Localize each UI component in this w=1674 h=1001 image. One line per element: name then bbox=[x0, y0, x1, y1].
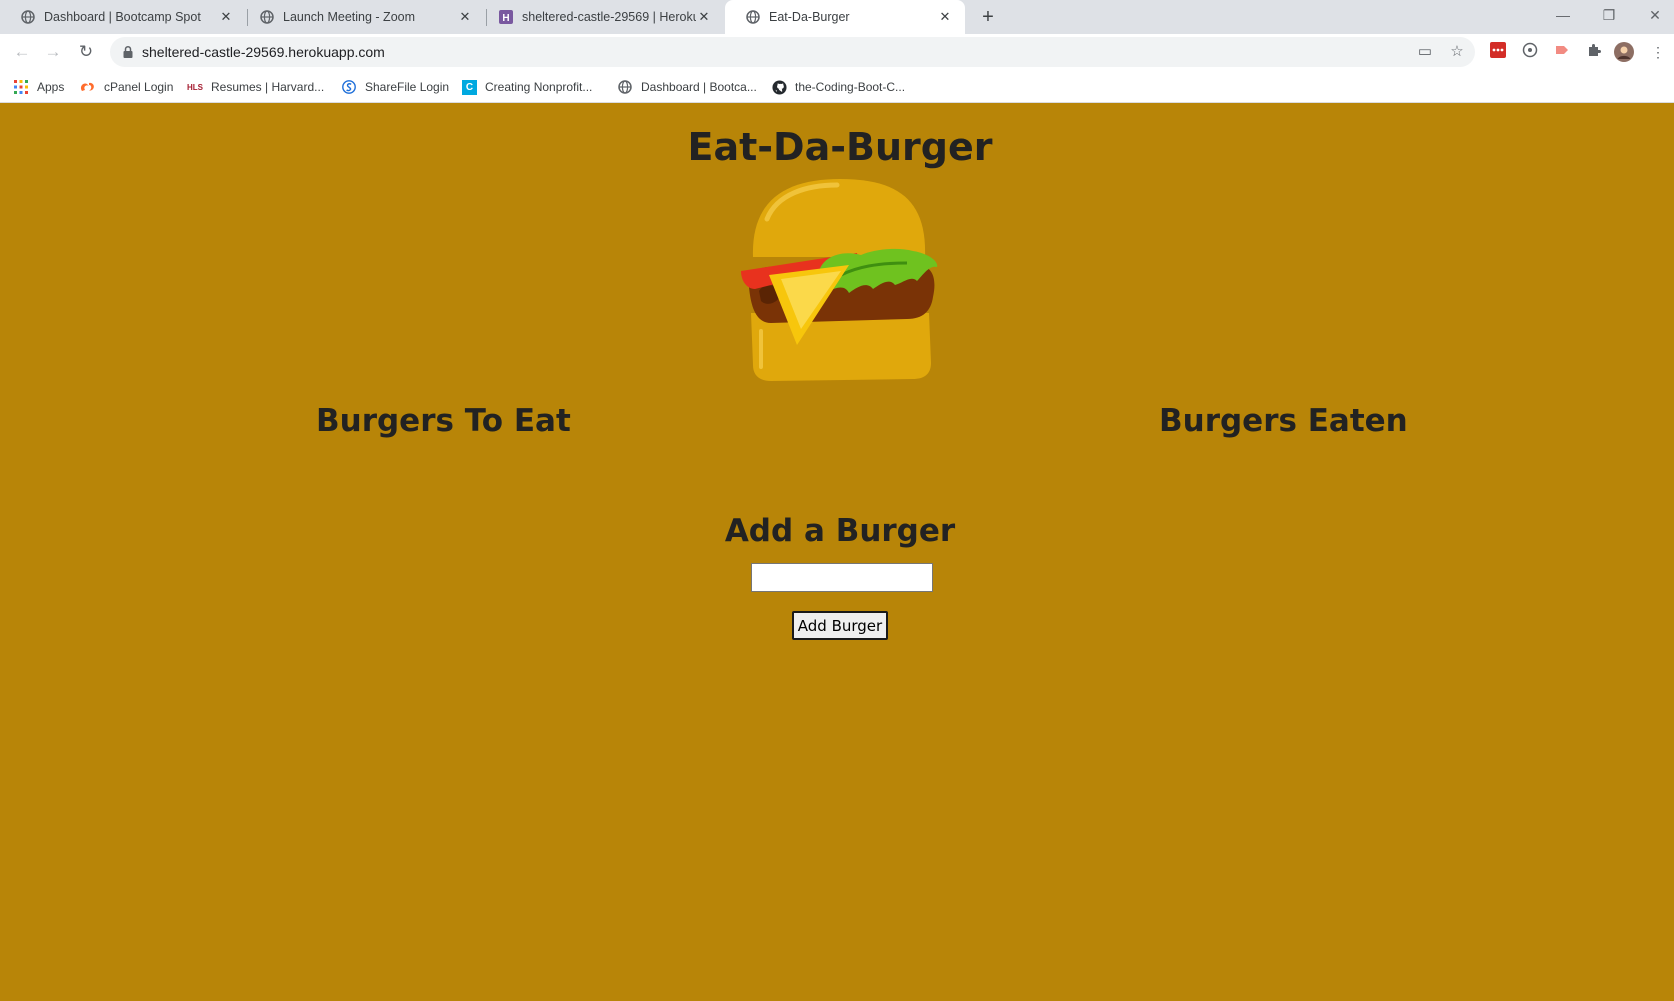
tab-title: Eat-Da-Burger bbox=[769, 10, 850, 24]
tab-title: Launch Meeting - Zoom bbox=[283, 10, 416, 24]
tab-bootcamp-dashboard[interactable]: Dashboard | Bootcamp Spot ✕ bbox=[0, 0, 246, 34]
star-icon[interactable]: ☆ bbox=[1447, 42, 1467, 62]
globe-icon bbox=[259, 9, 275, 25]
puzzle-icon[interactable] bbox=[1584, 42, 1604, 62]
tab-heroku[interactable]: H sheltered-castle-29569 | Heroku ✕ bbox=[478, 0, 724, 34]
close-icon[interactable]: ✕ bbox=[218, 9, 234, 25]
url-text: sheltered-castle-29569.herokuapp.com bbox=[142, 44, 385, 60]
bookmark-label: cPanel Login bbox=[104, 80, 174, 94]
tab-zoom-meeting[interactable]: Launch Meeting - Zoom ✕ bbox=[239, 0, 485, 34]
address-bar[interactable]: sheltered-castle-29569.herokuapp.com ▭ ☆ bbox=[110, 37, 1475, 67]
close-icon[interactable]: ✕ bbox=[696, 9, 712, 25]
tab-strip: Dashboard | Bootcamp Spot ✕ Launch Meeti… bbox=[0, 0, 1674, 34]
bookmark-github-coding-boot-camp[interactable]: the-Coding-Boot-C... bbox=[771, 77, 905, 97]
back-icon[interactable]: ← bbox=[10, 40, 34, 64]
bookmark-sharefile[interactable]: ShareFile Login bbox=[341, 77, 449, 97]
tab-eat-da-burger[interactable]: Eat-Da-Burger ✕ bbox=[725, 0, 965, 34]
screencast-icon[interactable] bbox=[1552, 42, 1572, 62]
window-close-icon[interactable]: ✕ bbox=[1632, 0, 1674, 30]
bookmark-label: the-Coding-Boot-C... bbox=[795, 80, 906, 94]
new-tab-button[interactable]: + bbox=[977, 6, 999, 28]
tab-title: Dashboard | Bootcamp Spot bbox=[44, 10, 201, 24]
profile-avatar-icon[interactable] bbox=[1614, 42, 1634, 62]
lock-icon bbox=[121, 45, 135, 59]
menu-dots-icon[interactable]: ⋮ bbox=[1648, 42, 1668, 62]
globe-icon bbox=[745, 9, 761, 25]
cpanel-icon bbox=[80, 79, 96, 95]
bookmark-label: Creating Nonprofit... bbox=[485, 80, 593, 94]
heroku-icon: H bbox=[498, 9, 514, 25]
cast-icon[interactable]: ▭ bbox=[1415, 42, 1435, 62]
close-icon[interactable]: ✕ bbox=[937, 9, 953, 25]
hls-icon: HLS bbox=[187, 82, 203, 92]
globe-icon bbox=[20, 9, 36, 25]
browser-toolbar: ← → ↻ sheltered-castle-29569.herokuapp.c… bbox=[0, 34, 1674, 70]
burgers-to-eat-heading: Burgers To Eat bbox=[316, 403, 571, 439]
add-burger-heading: Add a Burger bbox=[724, 513, 956, 549]
forward-icon[interactable]: → bbox=[41, 40, 65, 64]
extension-circle-icon[interactable] bbox=[1520, 42, 1540, 62]
lastpass-icon[interactable] bbox=[1488, 42, 1508, 62]
svg-text:H: H bbox=[502, 13, 509, 24]
bookmark-apps[interactable]: Apps bbox=[13, 77, 64, 97]
bookmark-label: Apps bbox=[37, 80, 65, 94]
globe-icon bbox=[617, 79, 633, 95]
close-icon[interactable]: ✕ bbox=[457, 9, 473, 25]
restore-icon[interactable]: ❐ bbox=[1586, 0, 1632, 30]
burgers-eaten-heading: Burgers Eaten bbox=[1159, 403, 1408, 439]
github-icon bbox=[771, 79, 787, 95]
bookmark-label: Resumes | Harvard... bbox=[211, 80, 325, 94]
apps-grid-icon bbox=[13, 79, 29, 95]
bookmark-cpanel[interactable]: cPanel Login bbox=[80, 77, 173, 97]
reload-icon[interactable]: ↻ bbox=[74, 40, 98, 64]
bookmark-bootcamp-dashboard[interactable]: Dashboard | Bootca... bbox=[617, 77, 757, 97]
minimize-icon[interactable]: — bbox=[1540, 0, 1586, 30]
page-title: Eat-Da-Burger bbox=[687, 125, 993, 169]
add-burger-button[interactable]: Add Burger bbox=[792, 611, 888, 640]
page-body: Eat-Da-Burger Burgers To Eat Burgers Eat… bbox=[0, 103, 1674, 1001]
burger-name-input[interactable] bbox=[751, 563, 933, 592]
burger-image bbox=[741, 179, 938, 381]
sharefile-icon bbox=[341, 79, 357, 95]
c-icon: C bbox=[462, 79, 477, 95]
bookmark-resumes-harvard[interactable]: HLS Resumes | Harvard... bbox=[187, 77, 324, 97]
bookmark-label: ShareFile Login bbox=[365, 80, 450, 94]
bookmark-creating-nonprofit[interactable]: C Creating Nonprofit... bbox=[462, 77, 592, 97]
bookmarks-bar: Apps cPanel Login HLS Resumes | Harvard.… bbox=[0, 70, 1674, 103]
bookmark-label: Dashboard | Bootca... bbox=[641, 80, 757, 94]
tab-title: sheltered-castle-29569 | Heroku bbox=[522, 10, 696, 24]
